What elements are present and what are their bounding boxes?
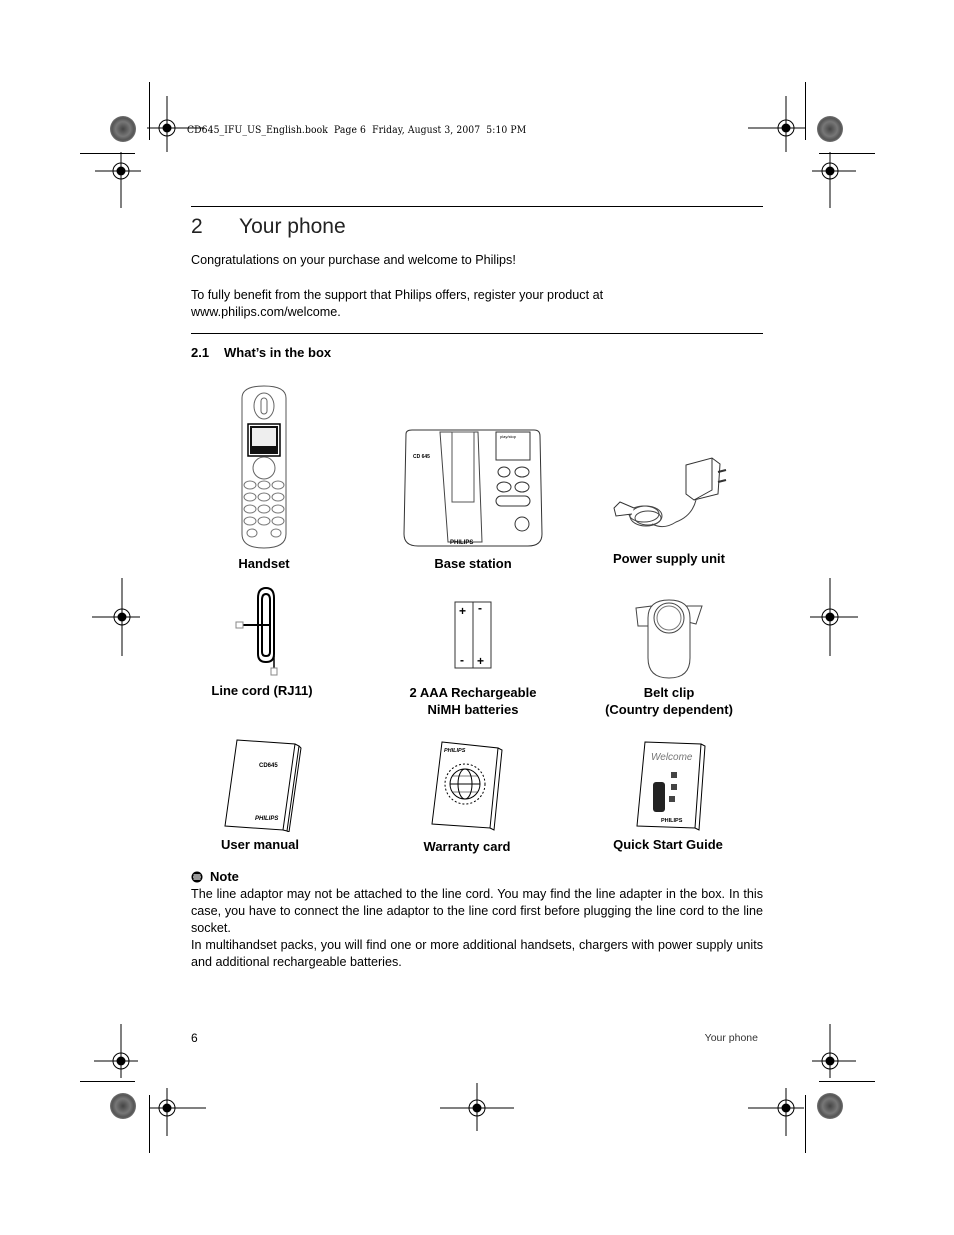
- box-item-label-line2: (Country dependent): [605, 702, 733, 717]
- note-title: Note: [210, 869, 239, 884]
- batteries-image: + - - +: [454, 601, 492, 669]
- crop-line: [80, 1081, 135, 1082]
- battery-minus: -: [478, 601, 482, 615]
- crosshair-mark: [748, 96, 806, 152]
- warranty-brand-text: PHILIPS: [444, 748, 466, 754]
- page-number: 6: [191, 1031, 198, 1045]
- box-item-line-cord: Line cord (RJ11): [162, 586, 362, 699]
- box-item-label: Line cord (RJ11): [211, 683, 313, 698]
- box-item-user-manual: CD645 PHILIPS User manual: [160, 736, 360, 853]
- intro-congratulations: Congratulations on your purchase and wel…: [191, 253, 516, 267]
- crop-line: [819, 1081, 875, 1082]
- box-item-label: User manual: [220, 837, 300, 852]
- color-target-bottom-right: [817, 1093, 843, 1119]
- crosshair-mark: [95, 152, 141, 208]
- battery-plus: +: [459, 604, 466, 618]
- belt-clip-image: [635, 599, 703, 679]
- crosshair-mark: [812, 1024, 856, 1078]
- chapter-title: Your phone: [239, 215, 346, 238]
- note-paragraph: The line adaptor may not be attached to …: [191, 887, 763, 935]
- note-body: The line adaptor may not be attached to …: [191, 886, 763, 971]
- note-icon: [191, 871, 203, 882]
- crosshair-mark: [440, 1083, 514, 1131]
- chapter-rule: [191, 206, 763, 207]
- box-item-quick-start-guide: Welcome PHILIPS Quick Start Guide: [568, 738, 768, 853]
- box-item-label: Belt clip: [643, 685, 695, 700]
- user-manual-image: CD645 PHILIPS: [224, 739, 302, 832]
- color-target-top-right: [817, 116, 843, 142]
- note-paragraph: In multihandset packs, you will find one…: [191, 938, 763, 969]
- box-item-label: Quick Start Guide: [613, 837, 723, 852]
- crosshair-mark: [94, 1024, 138, 1078]
- color-target-bottom-left: [110, 1093, 136, 1119]
- guide-cover-text: Welcome: [651, 752, 693, 763]
- section-number: 2.1: [191, 345, 210, 360]
- section-rule: [191, 333, 763, 334]
- section-title: What’s in the box: [224, 345, 332, 360]
- manual-model-text: CD645: [259, 763, 278, 769]
- quick-start-guide-image: Welcome PHILIPS: [636, 741, 706, 831]
- note-heading: Note: [191, 869, 239, 884]
- line-cord-image: [235, 586, 278, 676]
- warranty-card-image: PHILIPS: [431, 741, 503, 831]
- crosshair-mark: [748, 1088, 804, 1136]
- battery-minus: -: [460, 653, 464, 667]
- intro-register: To fully benefit from the support that P…: [191, 288, 604, 302]
- print-slug: CD645_IFU_US_English.book Page 6 Friday,…: [187, 124, 527, 136]
- section-heading: 2.1 What’s in the box: [191, 345, 331, 360]
- base-model-text: CD 645: [413, 454, 430, 460]
- color-target-top-left: [110, 116, 136, 142]
- crosshair-mark: [812, 152, 856, 208]
- base-brand-text: PHILIPS: [450, 540, 473, 546]
- box-item-label: Power supply unit: [613, 551, 725, 566]
- manual-brand-text: PHILIPS: [255, 816, 278, 822]
- box-item-label: Handset: [238, 556, 290, 571]
- box-item-label: Base station: [434, 556, 512, 571]
- box-item-batteries: + - - + 2 AAA Rechargeable NiMH batterie…: [373, 598, 573, 718]
- box-item-power-supply: Power supply unit: [569, 450, 769, 567]
- box-item-warranty-card: PHILIPS Warranty card: [367, 738, 567, 855]
- intro-url: www.philips.com/welcome.: [191, 305, 341, 319]
- crosshair-mark: [150, 1088, 206, 1136]
- play-stop-key: play/stop: [500, 434, 517, 439]
- handset-image: [241, 385, 287, 549]
- box-item-label-line2: NiMH batteries: [427, 702, 519, 717]
- box-item-base-station: CD 645 play/stop PHILIPS Base station: [373, 384, 573, 572]
- power-supply-image: [613, 457, 727, 528]
- chapter-heading: 2 Your phone: [191, 215, 346, 239]
- base-station-image: CD 645 play/stop PHILIPS: [403, 429, 543, 547]
- guide-brand-text: PHILIPS: [661, 818, 683, 824]
- battery-plus: +: [477, 654, 484, 668]
- chapter-number: 2: [191, 215, 203, 238]
- crosshair-mark: [810, 578, 858, 656]
- box-item-belt-clip: Belt clip (Country dependent): [569, 596, 769, 718]
- box-item-handset: Handset: [164, 384, 364, 572]
- box-item-label: 2 AAA Rechargeable: [409, 685, 537, 700]
- running-footer: Your phone: [704, 1032, 758, 1044]
- crosshair-mark: [92, 578, 140, 656]
- box-item-label: Warranty card: [423, 839, 511, 854]
